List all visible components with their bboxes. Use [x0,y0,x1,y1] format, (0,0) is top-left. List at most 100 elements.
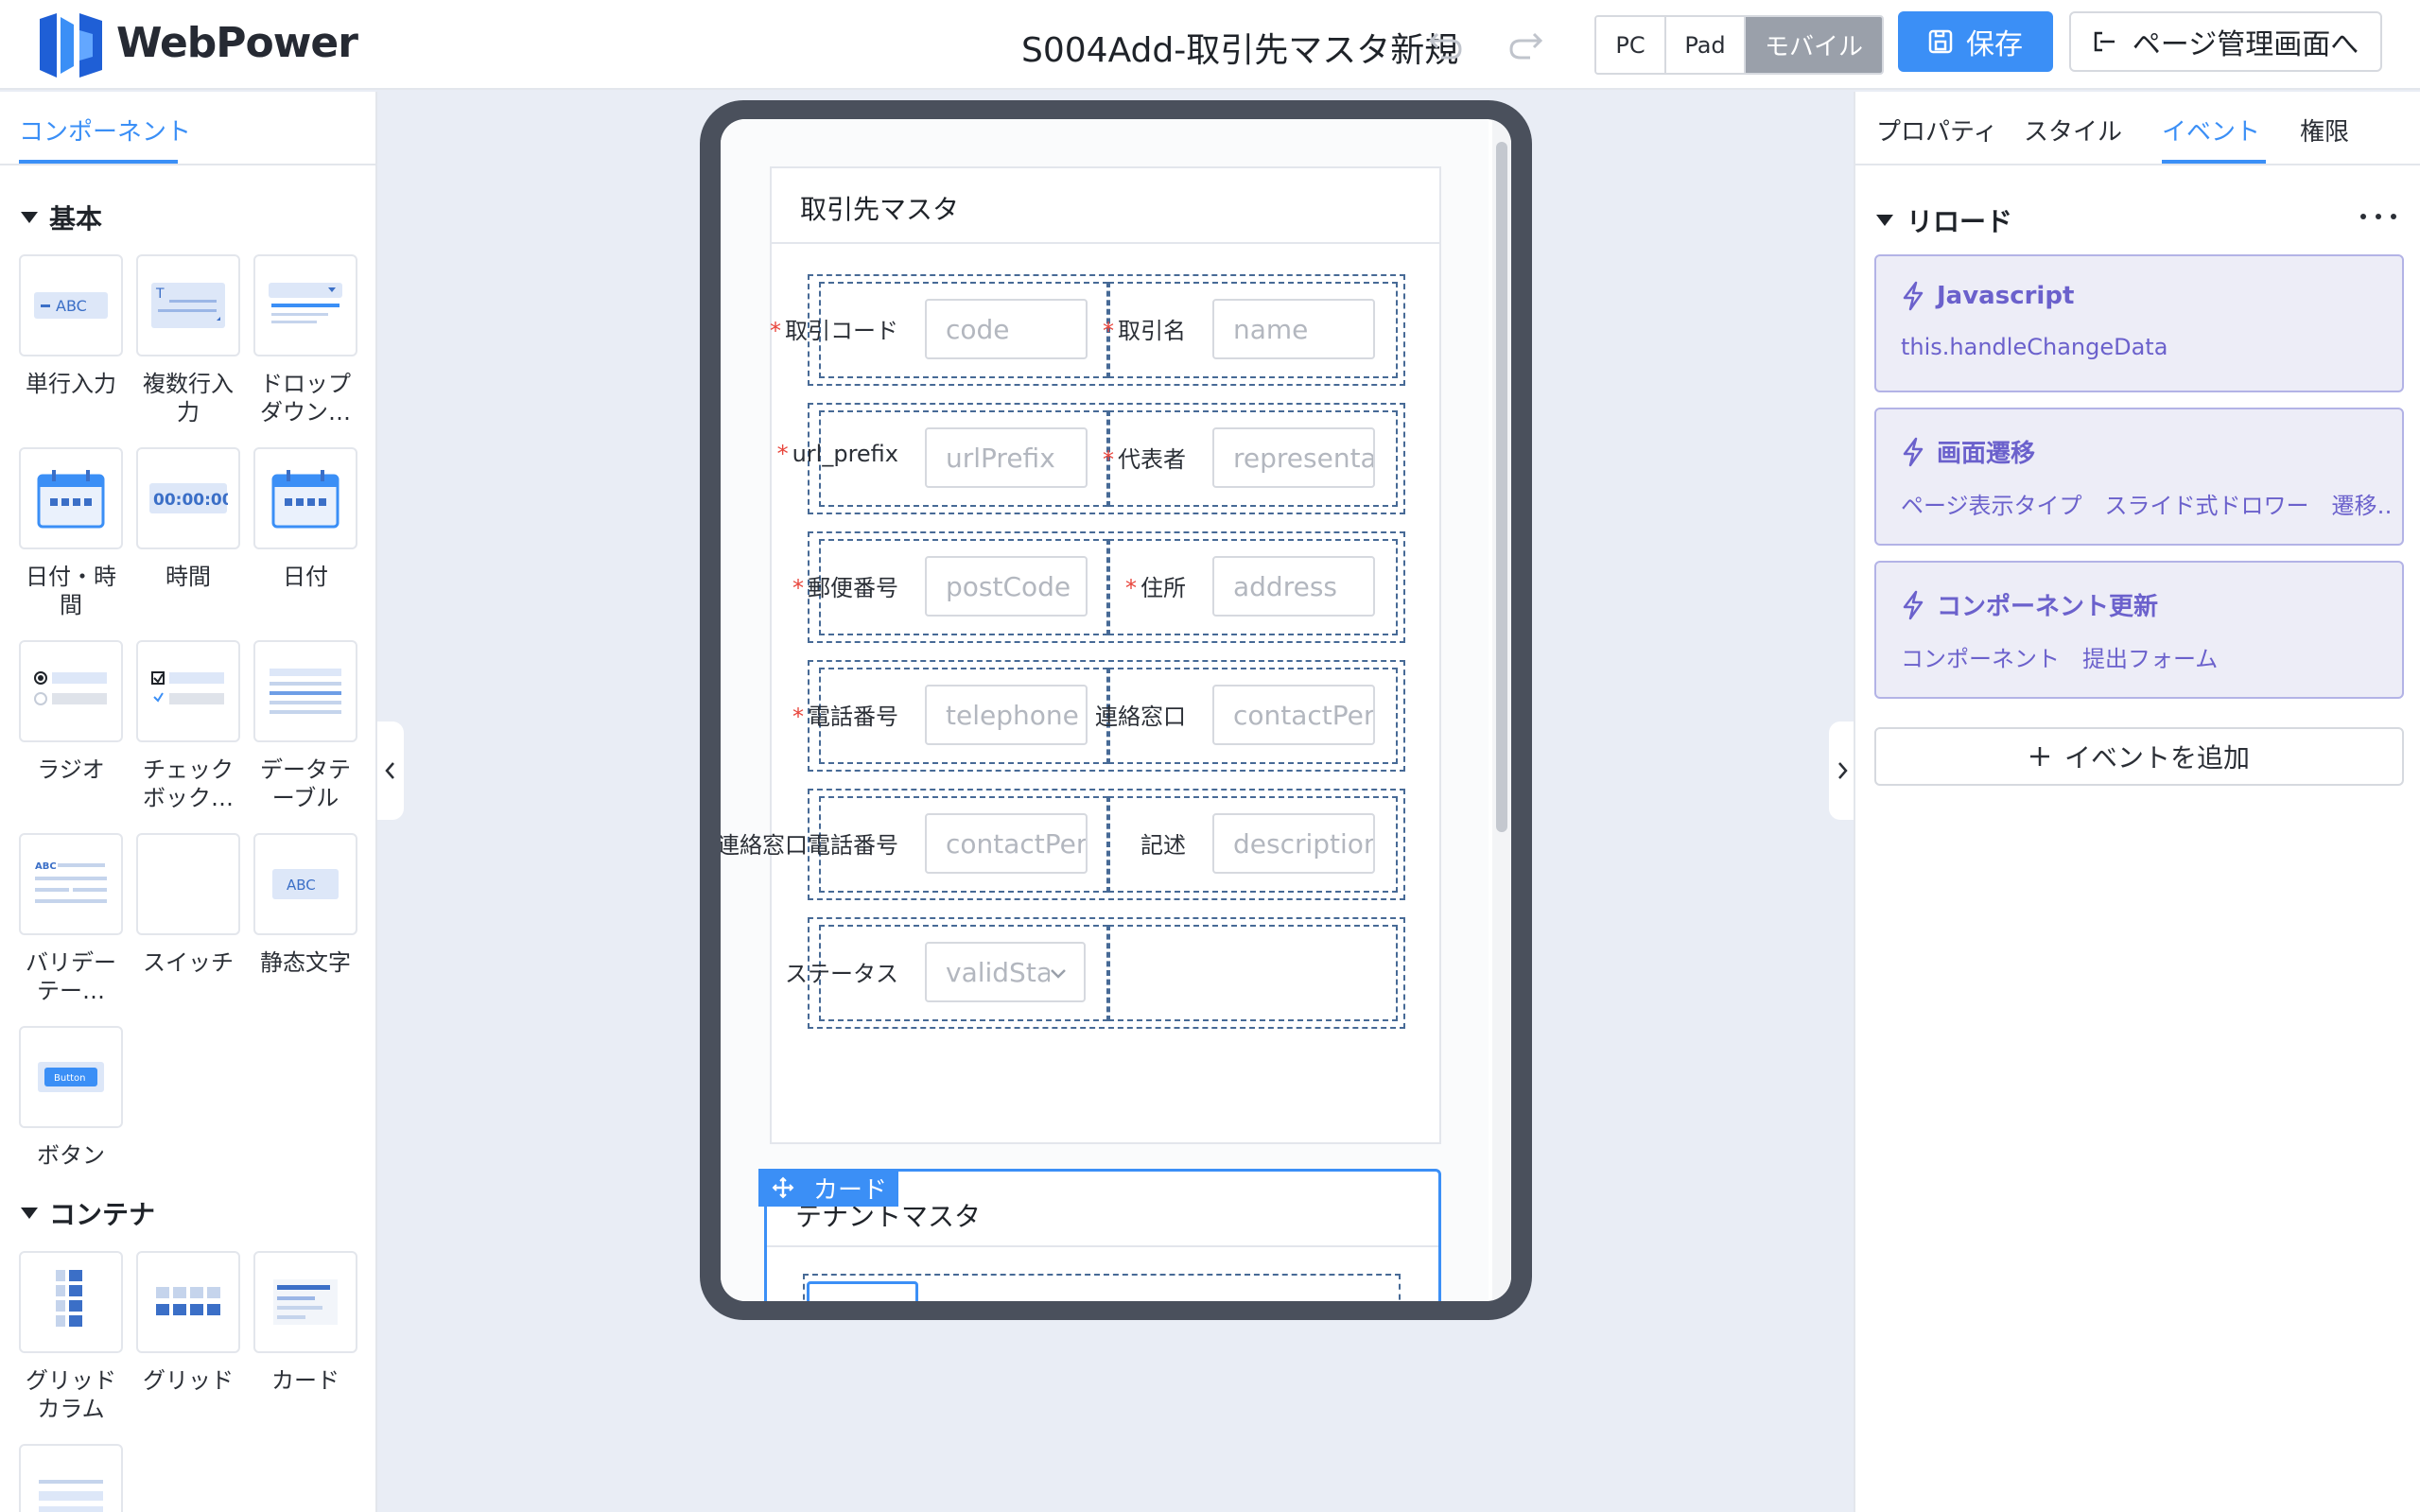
device-mobile-button[interactable]: モバイル [1746,17,1882,73]
component-button[interactable]: Button ボタン [17,1026,125,1170]
component-label: グリッド [143,1367,234,1394]
field-input[interactable]: representative [1212,427,1375,488]
field-label: ステータス [785,961,898,987]
required-mark: * [792,704,804,730]
component-grid[interactable]: グリッド [134,1251,242,1395]
caret-down-icon [1876,215,1893,226]
form-row[interactable]: 連絡窓口電話番号 contactPersonTel 記述 description [721,789,1405,900]
input-placeholder: description [1233,827,1375,860]
component-validation[interactable]: ABC バリデーテー… [17,833,125,1005]
component-single-line-input[interactable]: ABC 単行入力 [17,254,125,398]
component-data-table[interactable]: データテーブル [252,640,359,812]
component-checkbox[interactable]: チェックボック… [134,640,242,812]
field-label: * 取引名 [1103,318,1186,344]
component-label: 静态文字 [260,949,351,976]
field-label: 連絡窓口電話番号 [721,832,898,859]
tab-permissions[interactable]: 権限 [2300,113,2349,148]
field-input[interactable]: contactPersonTel [925,813,1088,874]
grid-icon [136,1251,240,1353]
component-label: 複数行入力 [143,371,234,426]
dropdown-icon [253,254,357,356]
more-icon[interactable] [2359,213,2397,220]
section-basic[interactable]: 基本 [21,199,102,236]
tab-components[interactable]: コンポーネント [19,113,191,148]
field-input[interactable]: urlPrefix [925,427,1088,488]
component-multi-line-input[interactable]: T 複数行入力 [134,254,242,426]
field-input[interactable]: address [1212,556,1375,617]
input-placeholder: contactPerson [1233,699,1375,731]
required-mark: * [1103,446,1114,473]
switch-icon [136,833,240,935]
component-more[interactable] [17,1444,125,1512]
component-static-text[interactable]: ABC 静态文字 [252,833,359,977]
status-select[interactable]: validStatus [925,942,1086,1002]
mobile-preview-screen: 取引先マスタ * 取引コード code * 取引名 name * url_prefix urlP… [721,119,1511,1301]
device-pad-button[interactable]: Pad [1666,17,1746,73]
component-dropdown[interactable]: ドロップダウン… [252,254,359,426]
collapse-left-panel-button[interactable] [377,721,404,820]
field-input[interactable]: code [925,299,1088,359]
field-input[interactable]: postCode [925,556,1088,617]
svg-text:Button: Button [54,1073,86,1084]
form-column-right[interactable] [1108,925,1398,1021]
component-label: 日付・時間 [26,564,116,618]
logo-icon [40,13,102,78]
event-title: 画面遷移 [1901,434,2035,469]
component-time[interactable]: 00:00:00 時間 [134,447,242,591]
save-button[interactable]: 保存 [1898,11,2053,72]
redo-icon[interactable] [1507,28,1543,61]
button-icon: Button [19,1026,123,1128]
component-label: スイッチ [143,949,234,976]
form-row[interactable]: *電話番号 telephone 連絡窓口 contactPerson [792,660,1405,772]
collapse-right-panel-button[interactable] [1829,721,1855,820]
component-switch[interactable]: スイッチ [134,833,242,977]
event-card-component-update[interactable]: コンポーネント更新 コンポーネント 提出フォーム [1874,561,2404,699]
component-datetime[interactable]: 日付・時間 [17,447,125,619]
bolt-icon [1903,281,1924,311]
svg-text:ABC: ABC [287,877,316,894]
input-placeholder: telephone [946,699,1079,731]
calendar-icon [253,447,357,549]
preview-content: 取引先マスタ * 取引コード code * 取引名 name * url_prefix urlP… [721,119,1489,1301]
component-label: カード [271,1367,339,1394]
form-row[interactable]: *url_prefix urlPrefix *代表者 representative [777,403,1405,514]
exit-icon [2094,31,2115,52]
single-line-input-icon: ABC [19,254,123,356]
field-input[interactable]: description [1212,813,1375,874]
tab-events[interactable]: イベント [2162,113,2260,148]
form-row[interactable]: * 取引コード code * 取引名 name [770,274,1405,386]
field-input[interactable]: contactPerson [1212,685,1375,745]
selected-form-item[interactable] [807,1281,918,1301]
event-card-javascript[interactable]: Javascript this.handleChangeData [1874,254,2404,392]
undo-icon[interactable] [1428,28,1464,61]
event-card-navigation[interactable]: 画面遷移 ページ表示タイプ スライド式ドロワー 遷移… [1874,408,2404,546]
field-input[interactable]: name [1212,299,1375,359]
section-container-label: コンテナ [49,1199,156,1230]
selected-component-tag[interactable]: カード [758,1169,899,1207]
preview-scrollbar-thumb[interactable] [1496,142,1507,832]
device-pc-button[interactable]: PC [1596,17,1666,73]
form-row[interactable]: * 郵便番号 postCode * 住所 address [792,531,1405,643]
required-mark: * [770,318,781,344]
field-label: * 電話番号 [792,704,898,730]
field-label: 連絡窓口 [1095,704,1186,730]
input-placeholder: urlPrefix [946,442,1055,474]
field-input[interactable]: telephone [925,685,1088,745]
component-date[interactable]: 日付 [252,447,359,591]
component-label: データテーブル [260,756,351,811]
event-section-reload[interactable]: リロード [1876,201,2012,239]
section-container[interactable]: コンテナ [21,1194,155,1232]
input-placeholder: name [1233,313,1309,345]
tab-properties[interactable]: プロパティ [1876,113,1997,148]
page-management-button[interactable]: ページ管理画面へ [2069,11,2382,72]
form-card[interactable]: 取引先マスタ * 取引コード code * 取引名 name * url_prefix urlP… [721,166,1441,1144]
form-row[interactable]: ステータス validStatus [785,917,1405,1029]
required-mark: * [776,441,789,467]
move-icon[interactable] [772,1176,794,1199]
component-card[interactable]: カード [252,1251,359,1395]
component-label: 時間 [165,564,211,590]
component-radio[interactable]: ラジオ [17,640,125,784]
tab-style[interactable]: スタイル [2024,113,2122,148]
add-event-button[interactable]: イベントを追加 [1874,727,2404,786]
component-grid-column[interactable]: グリッドカラム [17,1251,125,1423]
